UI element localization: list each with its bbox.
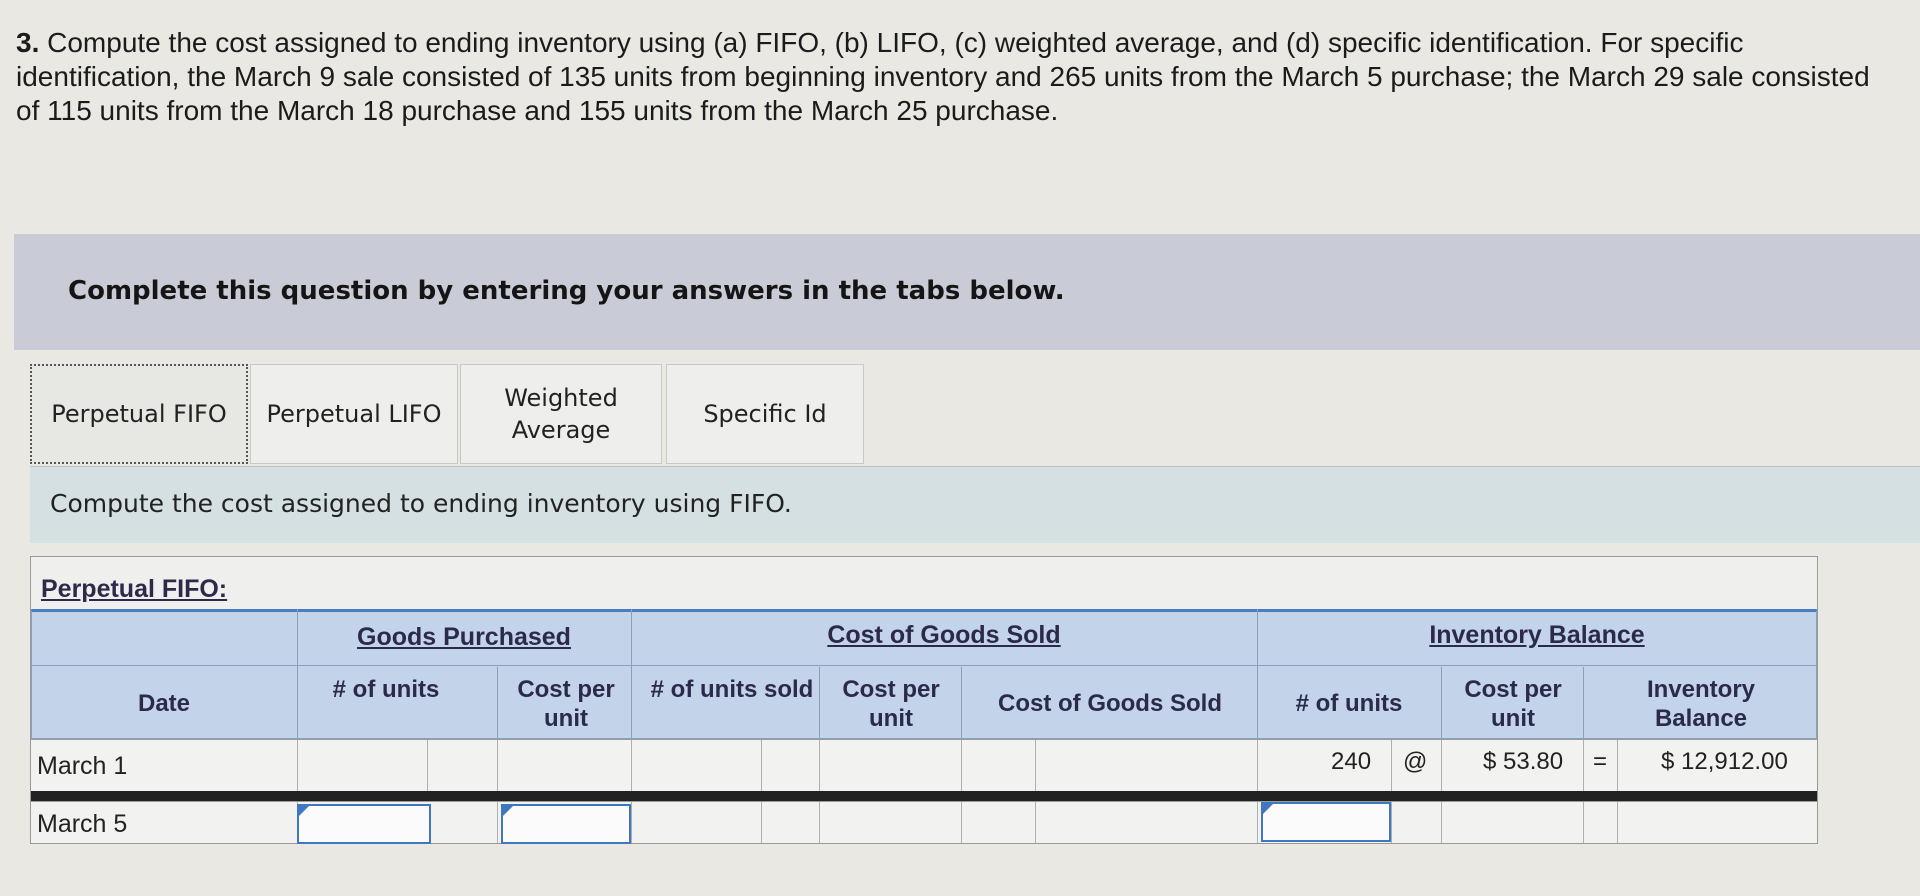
- tab-label: Weighted Average: [504, 384, 618, 444]
- banner-text: Complete this question by entering your …: [68, 276, 1065, 306]
- purchased-cost-per-unit-input[interactable]: [501, 804, 631, 844]
- balance-cost-per-unit-value: $ 53.80: [1483, 748, 1564, 775]
- table-title: Perpetual FIFO:: [41, 575, 228, 603]
- header-divider: [961, 667, 962, 739]
- col-balance-cost-per-unit: Cost per unit: [1464, 676, 1562, 732]
- tab-perpetual-fifo[interactable]: Perpetual FIFO: [30, 364, 248, 464]
- page: 3. Compute the cost assigned to ending i…: [0, 0, 1920, 896]
- cell: [961, 740, 1035, 791]
- balance-units-input[interactable]: [1261, 802, 1391, 842]
- cell: [1583, 802, 1617, 843]
- cell: [761, 802, 819, 843]
- cell: [1441, 802, 1583, 843]
- cell: [1617, 802, 1817, 843]
- cell: [1035, 740, 1257, 791]
- header-divider: [819, 667, 820, 739]
- cell: [1035, 802, 1257, 843]
- group-cost-of-goods-sold: Cost of Goods Sold: [827, 621, 1061, 649]
- table-row: March 5: [31, 801, 1817, 844]
- row-separator: [31, 791, 1817, 801]
- instructions-banner: Complete this question by entering your …: [14, 234, 1920, 350]
- header-divider: [1583, 667, 1584, 739]
- cell: [497, 740, 631, 791]
- purchased-units-input[interactable]: [297, 804, 431, 844]
- col-sold-cost-per-unit: Cost per unit: [842, 676, 940, 732]
- col-cost-of-goods-sold: Cost of Goods Sold: [998, 690, 1222, 717]
- cell: [819, 740, 961, 791]
- tab-label: Perpetual FIFO: [51, 400, 227, 428]
- question-text: 3. Compute the cost assigned to ending i…: [16, 26, 1896, 128]
- perpetual-fifo-table: Perpetual FIFO: Goods Purchased Cost of …: [30, 556, 1818, 844]
- header-divider: [497, 667, 498, 739]
- col-balance-units: # of units: [1295, 690, 1403, 717]
- col-units-sold: # of units sold: [650, 676, 814, 703]
- header-row-divider: [31, 665, 1817, 666]
- tab-specific-id[interactable]: Specific Id: [666, 364, 864, 464]
- cell: [297, 740, 397, 791]
- tab-instruction: Compute the cost assigned to ending inve…: [30, 466, 1920, 543]
- cell: [631, 802, 755, 843]
- question-number: 3.: [16, 27, 40, 58]
- row-date: March 1: [37, 752, 128, 780]
- col-purchased-cost-per-unit: Cost per unit: [517, 676, 615, 732]
- cell: [761, 740, 819, 791]
- row-date: March 5: [37, 810, 128, 838]
- group-goods-purchased: Goods Purchased: [357, 623, 571, 651]
- balance-units-value: 240: [1331, 748, 1372, 775]
- group-inventory-balance: Inventory Balance: [1429, 621, 1645, 649]
- equals-symbol: =: [1593, 748, 1608, 775]
- cell: [631, 740, 755, 791]
- tab-label: Perpetual LIFO: [266, 400, 442, 428]
- cell: [427, 740, 497, 791]
- cell: [961, 802, 1035, 843]
- question-body: Compute the cost assigned to ending inve…: [16, 27, 1870, 126]
- cell: [819, 802, 961, 843]
- instruction-text: Compute the cost assigned to ending inve…: [50, 489, 792, 518]
- col-purchased-units: # of units: [332, 676, 440, 703]
- cell: [1391, 802, 1441, 843]
- tab-perpetual-lifo[interactable]: Perpetual LIFO: [250, 364, 458, 464]
- tab-weighted-average[interactable]: Weighted Average: [460, 364, 662, 464]
- at-symbol: @: [1403, 748, 1428, 775]
- header-divider: [1441, 667, 1442, 739]
- col-inventory-balance: Inventory Balance: [1646, 676, 1756, 732]
- tab-label: Specific Id: [703, 400, 827, 428]
- table-row: March 1 240 @ $ 53.80 = $ 12,912.00: [31, 739, 1817, 791]
- inventory-balance-value: $ 12,912.00: [1661, 748, 1788, 775]
- col-date: Date: [137, 690, 191, 717]
